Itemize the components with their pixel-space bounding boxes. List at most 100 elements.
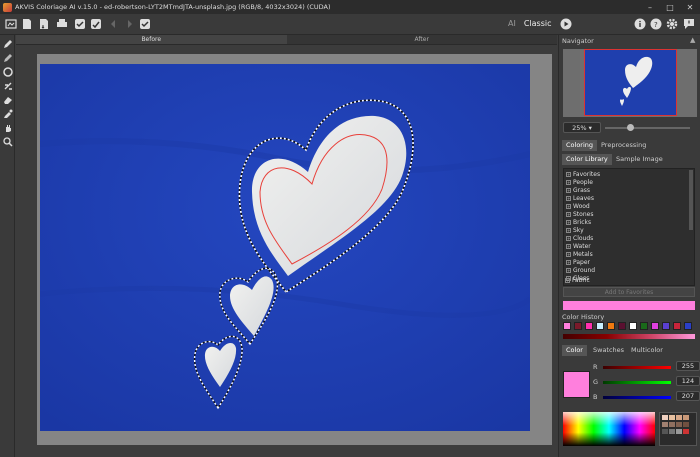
play-icon[interactable]	[559, 17, 573, 31]
history-swatch[interactable]	[673, 322, 681, 330]
expand-icon: +	[566, 188, 571, 193]
info-icon[interactable]	[633, 17, 647, 31]
g-label: G	[593, 378, 599, 386]
history-swatch[interactable]	[618, 322, 626, 330]
zoom-slider-track[interactable]	[605, 127, 690, 129]
eraser-icon[interactable]	[2, 94, 13, 105]
tab-coloring[interactable]: Coloring	[562, 140, 598, 151]
photo-canvas[interactable]	[40, 64, 530, 431]
navigator-image	[584, 49, 677, 116]
library-item[interactable]: + Bricks	[566, 219, 591, 226]
library-item[interactable]: + Water	[566, 243, 591, 250]
collapse-arrow-icon[interactable]: ▲	[690, 36, 698, 44]
library-item[interactable]: + Metals	[566, 251, 593, 258]
library-item[interactable]: + Stones	[566, 211, 593, 218]
mini-swatch-grid[interactable]	[659, 412, 697, 446]
expand-icon: +	[566, 212, 571, 217]
open-image-icon[interactable]	[4, 17, 18, 31]
red-slider[interactable]	[603, 366, 671, 369]
blue-slider-row: B 207	[593, 391, 700, 401]
current-color-swatch[interactable]	[563, 371, 590, 398]
tab-color-library[interactable]: Color Library	[562, 154, 612, 165]
history-swatch[interactable]	[574, 322, 582, 330]
history-swatch[interactable]	[640, 322, 648, 330]
keep-color-pencil-icon[interactable]	[2, 52, 13, 63]
chain-stroke-icon[interactable]	[2, 66, 13, 77]
hand-icon[interactable]	[2, 122, 13, 133]
library-item[interactable]: + Paper	[566, 259, 590, 266]
maximize-button[interactable]: □	[660, 0, 680, 14]
app-logo-icon	[3, 2, 12, 12]
tab-before[interactable]: Before	[16, 35, 287, 44]
history-swatch[interactable]	[629, 322, 637, 330]
tab-swatches[interactable]: Swatches	[589, 345, 628, 356]
history-swatch[interactable]	[585, 322, 593, 330]
r-value-field[interactable]: 255	[676, 361, 700, 371]
eyedropper-icon[interactable]	[2, 108, 13, 119]
help-icon[interactable]: ?	[649, 17, 663, 31]
library-item[interactable]: + Grass	[566, 187, 590, 194]
tab-color[interactable]: Color	[562, 345, 587, 356]
title-bar: AKVIS Coloriage AI v.15.0 - ed-robertson…	[0, 0, 700, 14]
expand-icon: +	[566, 196, 571, 201]
settings-check-icon[interactable]	[89, 17, 103, 31]
tab-multicolor[interactable]: Multicolor	[627, 345, 667, 356]
library-item[interactable]: + Leaves	[566, 195, 594, 202]
pencil-icon[interactable]	[2, 38, 13, 49]
add-to-favorites-button[interactable]: Add to Favorites	[563, 287, 695, 297]
expand-icon: +	[566, 220, 571, 225]
library-item[interactable]: + Ground	[566, 267, 595, 274]
expand-icon: +	[566, 204, 571, 209]
b-value-field[interactable]: 207	[676, 391, 700, 401]
expand-icon: +	[566, 236, 571, 241]
view-tabs: Before After	[16, 35, 557, 45]
library-item[interactable]: + Favorites	[566, 171, 600, 178]
main-toolbar: AI Classic ?	[0, 14, 700, 35]
zoom-select[interactable]: 25% ▾	[563, 122, 601, 133]
mode-classic[interactable]: Classic	[524, 19, 552, 28]
redo-icon[interactable]	[121, 17, 135, 31]
library-item[interactable]: + Wood	[566, 203, 590, 210]
history-swatch[interactable]	[596, 322, 604, 330]
library-item[interactable]: + People	[566, 179, 593, 186]
color-spectrum[interactable]	[563, 412, 655, 446]
zoom-slider-handle[interactable]	[627, 124, 634, 131]
tab-preprocessing[interactable]: Preprocessing	[597, 140, 650, 151]
tab-after[interactable]: After	[287, 35, 558, 44]
apply-check-icon[interactable]	[73, 17, 87, 31]
navigator-preview[interactable]	[563, 49, 697, 117]
history-swatch[interactable]	[607, 322, 615, 330]
undo-icon[interactable]	[108, 17, 122, 31]
history-swatch[interactable]	[651, 322, 659, 330]
print-icon[interactable]	[55, 17, 69, 31]
svg-text:?: ?	[654, 21, 658, 29]
mode-ai[interactable]: AI	[508, 19, 516, 28]
red-slider-row: R 255	[593, 361, 700, 371]
zoom-icon[interactable]	[2, 136, 13, 147]
magic-tube-icon[interactable]	[2, 80, 13, 91]
save-strokes-icon[interactable]	[37, 17, 51, 31]
blue-slider[interactable]	[603, 396, 671, 399]
tab-sample-image[interactable]: Sample Image	[612, 154, 667, 165]
notification-icon[interactable]	[682, 17, 696, 31]
library-item[interactable]: + Sky	[566, 227, 584, 234]
shade-gradient-bar[interactable]	[563, 334, 695, 339]
green-slider[interactable]	[603, 381, 671, 384]
g-value-field[interactable]: 124	[676, 376, 700, 386]
history-swatch[interactable]	[662, 322, 670, 330]
history-swatch[interactable]	[684, 322, 692, 330]
expand-icon: +	[565, 278, 570, 283]
expand-icon: +	[566, 228, 571, 233]
minimize-button[interactable]: –	[640, 0, 660, 14]
expand-icon: +	[566, 244, 571, 249]
b-label: B	[593, 393, 598, 401]
run-icon[interactable]	[138, 17, 152, 31]
history-swatch[interactable]	[563, 322, 571, 330]
library-scrollbar[interactable]	[689, 170, 693, 230]
gear-icon[interactable]	[665, 17, 679, 31]
close-button[interactable]: ✕	[680, 0, 700, 14]
open-strokes-icon[interactable]	[20, 17, 34, 31]
library-item[interactable]: + Clouds	[566, 235, 593, 242]
expand-icon: +	[566, 260, 571, 265]
library-item[interactable]: + Fabric	[565, 277, 590, 284]
